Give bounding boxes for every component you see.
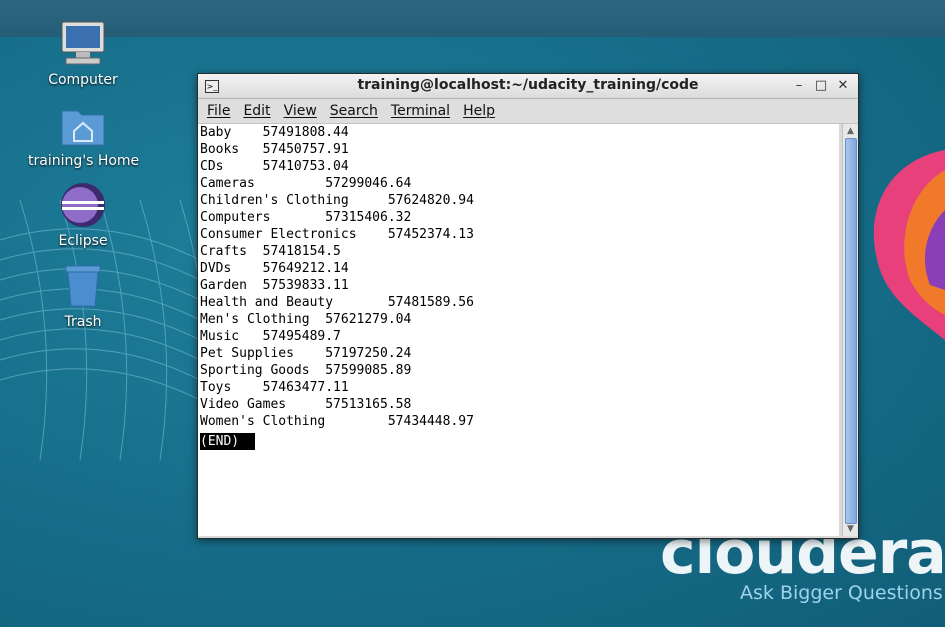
terminal-window: >_ training@localhost:~/udacity_training…: [197, 73, 859, 539]
vertical-scrollbar[interactable]: ▲ ▼: [842, 124, 858, 536]
terminal-line: Crafts 57418154.5: [200, 244, 341, 259]
menu-search[interactable]: Search: [325, 103, 386, 119]
terminal-line: Video Games 57513165.58: [200, 397, 412, 412]
terminal-line: Sporting Goods 57599085.89: [200, 363, 412, 378]
terminal-line: Men's Clothing 57621279.04: [200, 312, 412, 327]
home-folder-icon: [58, 101, 108, 149]
window-title: training@localhost:~/udacity_training/co…: [357, 77, 699, 93]
brand-tagline: Ask Bigger Questions: [740, 582, 943, 604]
terminal-text: Baby 57491808.44 Books 57450757.91 CDs 5…: [198, 124, 839, 430]
desktop-icon-label: Computer: [48, 72, 118, 88]
scroll-up-arrow-icon[interactable]: ▲: [843, 124, 858, 138]
terminal-line: Women's Clothing 57434448.97: [200, 414, 474, 429]
menu-edit[interactable]: Edit: [238, 103, 278, 119]
terminal-line: Books 57450757.91: [200, 142, 349, 157]
terminal-line: Computers 57315406.32: [200, 210, 412, 225]
menu-bar: File Edit View Search Terminal Help: [198, 99, 858, 124]
eclipse-icon: [58, 181, 108, 229]
terminal-line: Pet Supplies 57197250.24: [200, 346, 412, 361]
terminal-output[interactable]: Baby 57491808.44 Books 57450757.91 CDs 5…: [198, 124, 839, 536]
computer-icon: [58, 20, 108, 68]
terminal-line: Toys 57463477.11: [200, 380, 349, 395]
menu-file[interactable]: File: [202, 103, 238, 119]
desktop-icon-label: Trash: [64, 314, 102, 330]
close-button[interactable]: ✕: [834, 77, 852, 95]
menu-help[interactable]: Help: [458, 103, 503, 119]
top-panel: [0, 0, 945, 37]
menu-terminal[interactable]: Terminal: [386, 103, 458, 119]
desktop-icon-computer[interactable]: Computer: [28, 20, 138, 88]
terminal-line: Baby 57491808.44: [200, 125, 349, 140]
terminal-line: Health and Beauty 57481589.56: [200, 295, 474, 310]
desktop-icon-home[interactable]: training's Home: [28, 101, 140, 169]
menu-view[interactable]: View: [279, 103, 325, 119]
desktop-icon-trash[interactable]: Trash: [28, 262, 138, 330]
desktop-icon-eclipse[interactable]: Eclipse: [28, 181, 138, 249]
terminal-line: Consumer Electronics 57452374.13: [200, 227, 474, 242]
pager-end-marker: (END): [200, 433, 256, 450]
scroll-down-arrow-icon[interactable]: ▼: [843, 522, 858, 536]
terminal-line: Music 57495489.7: [200, 329, 341, 344]
scrollbar-thumb[interactable]: [845, 138, 857, 524]
minimize-button[interactable]: –: [790, 77, 808, 95]
maximize-button[interactable]: □: [812, 77, 830, 95]
trash-icon: [58, 262, 108, 310]
window-titlebar[interactable]: >_ training@localhost:~/udacity_training…: [198, 74, 858, 99]
color-swirl-decoration: [873, 150, 945, 340]
terminal-line: Cameras 57299046.64: [200, 176, 412, 191]
terminal-line: Garden 57539833.11: [200, 278, 349, 293]
terminal-line: Children's Clothing 57624820.94: [200, 193, 474, 208]
desktop-icon-label: Eclipse: [58, 233, 108, 249]
desktop-icon-label: training's Home: [28, 153, 140, 169]
terminal-line: DVDs 57649212.14: [200, 261, 349, 276]
terminal-line: CDs 57410753.04: [200, 159, 349, 174]
